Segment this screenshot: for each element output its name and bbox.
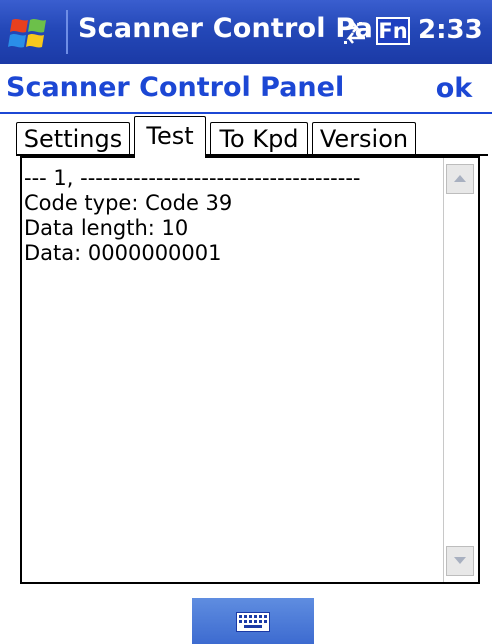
scroll-down-button[interactable] [446, 546, 474, 576]
panel-header: Scanner Control Panel ok [0, 64, 492, 114]
title-bar: Scanner Control Pa Fn 2:33 [0, 0, 492, 64]
bottom-bar [0, 594, 492, 644]
tab-version[interactable]: Version [312, 122, 416, 156]
ok-button[interactable]: ok [432, 72, 476, 108]
connectivity-arrows-icon[interactable] [339, 20, 367, 46]
tab-test[interactable]: Test [134, 116, 206, 158]
keyboard-icon [236, 612, 270, 632]
scan-log-textbox[interactable]: --- 1, ---------------------------------… [20, 156, 480, 584]
scroll-up-button[interactable] [446, 164, 474, 194]
title-separator [66, 10, 68, 54]
log-line: Data: 0000000001 [24, 241, 222, 265]
log-line: Data length: 10 [24, 216, 189, 240]
scan-log: --- 1, ---------------------------------… [24, 166, 442, 266]
log-line: --- 1, ---------------------------------… [24, 166, 361, 190]
tab-to-kpd[interactable]: To Kpd [210, 122, 308, 156]
app-title: Scanner Control Pa [78, 13, 374, 44]
chevron-up-icon [454, 175, 466, 182]
clock[interactable]: 2:33 [418, 15, 483, 45]
tab-strip: Settings Test To Kpd Version [0, 114, 492, 158]
tab-settings[interactable]: Settings [16, 122, 130, 156]
chevron-down-icon [454, 557, 466, 564]
input-panel-button[interactable] [192, 598, 314, 644]
windows-flag-icon[interactable] [8, 14, 52, 54]
vertical-scrollbar[interactable] [443, 158, 478, 582]
log-line: Code type: Code 39 [24, 191, 233, 215]
fn-key-indicator[interactable]: Fn [376, 17, 410, 45]
panel-title: Scanner Control Panel [6, 72, 345, 103]
